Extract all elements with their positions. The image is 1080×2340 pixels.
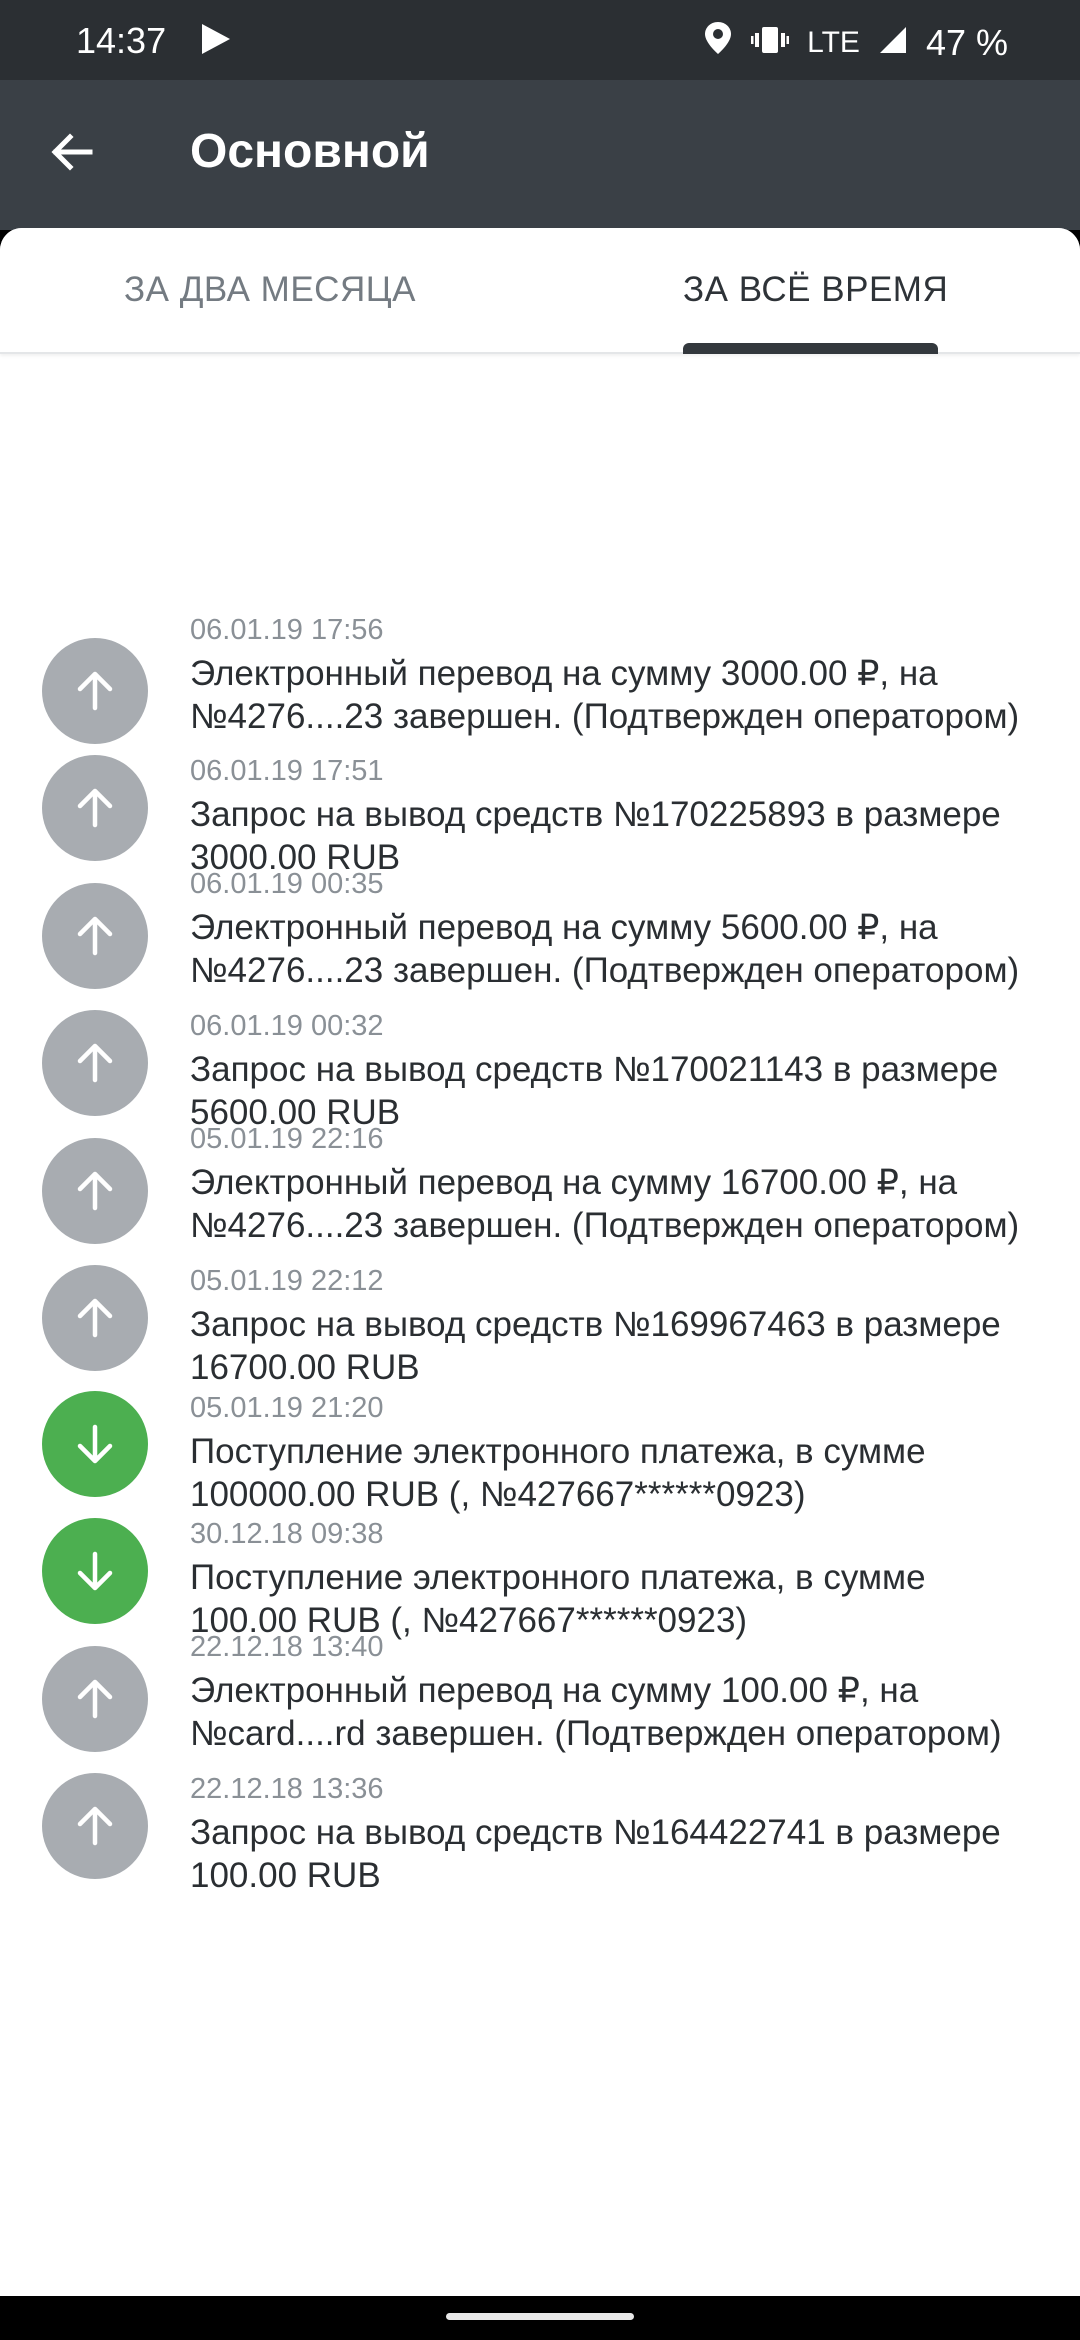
status-bar: 14:37 LTE 47 %	[0, 0, 1080, 80]
transaction-date: 22.12.18 13:40	[190, 1631, 384, 1663]
arrow-down-icon	[42, 1391, 148, 1497]
arrow-up-icon	[42, 1646, 148, 1752]
transaction-text: Запрос на вывод средств №164422741 в раз…	[190, 1813, 1001, 1895]
transaction-text: Электронный перевод на сумму 3000.00 ₽, …	[190, 654, 1020, 736]
home-gesture-handle[interactable]	[446, 2313, 634, 2320]
transaction-date: 22.12.18 13:36	[190, 1773, 384, 1805]
transaction-date: 06.01.19 00:32	[190, 1010, 384, 1042]
transaction-text: Поступление электронного платежа, в сумм…	[190, 1558, 926, 1640]
transaction-date: 06.01.19 17:51	[190, 755, 384, 787]
app-bar: Основной	[0, 80, 1080, 230]
transaction-date: 30.12.18 09:38	[190, 1518, 384, 1550]
arrow-up-icon	[42, 1773, 148, 1879]
tab-indicator	[683, 343, 938, 354]
transaction-text: Запрос на вывод средств №170021143 в раз…	[190, 1050, 999, 1132]
signal-icon	[878, 22, 908, 64]
arrow-up-icon	[42, 755, 148, 861]
arrow-up-icon	[42, 883, 148, 989]
partial-row-text: р р	[190, 354, 237, 355]
transaction-text: Электронный перевод на сумму 100.00 ₽, н…	[190, 1671, 1002, 1753]
battery-label: 47 %	[925, 21, 1008, 63]
transaction-text: Поступление электронного платежа, в сумм…	[190, 1432, 926, 1514]
arrow-down-icon	[42, 1518, 148, 1624]
status-time: 14:37	[76, 20, 167, 61]
arrow-up-icon	[42, 1265, 148, 1371]
system-nav-bar	[0, 2296, 1080, 2340]
location-icon	[703, 20, 733, 65]
play-icon	[198, 22, 232, 65]
transaction-list[interactable]: р р 06.01.19 17:56 Электронный перевод н…	[0, 354, 1080, 2296]
period-tabs: ЗА ДВА МЕСЯЦА ЗА ВСЁ ВРЕМЯ	[0, 228, 1080, 354]
transaction-text: Запрос на вывод средств №169967463 в раз…	[190, 1305, 1001, 1387]
content-sheet: ЗА ДВА МЕСЯЦА ЗА ВСЁ ВРЕМЯ р р 06.01.19 …	[0, 228, 1080, 2296]
arrow-up-icon	[42, 1138, 148, 1244]
network-label: LTE	[807, 25, 860, 59]
back-arrow-icon[interactable]	[46, 126, 98, 178]
tab-two-months[interactable]: ЗА ДВА МЕСЯЦА	[124, 270, 416, 310]
transaction-date: 05.01.19 22:16	[190, 1123, 384, 1155]
transaction-date: 05.01.19 22:12	[190, 1265, 384, 1297]
vibrate-icon	[751, 22, 790, 64]
arrow-up-icon	[42, 1010, 148, 1116]
transaction-date: 06.01.19 17:56	[190, 614, 384, 646]
transaction-date: 05.01.19 21:20	[190, 1392, 384, 1424]
tab-all-time[interactable]: ЗА ВСЁ ВРЕМЯ	[683, 270, 948, 310]
transaction-text: Электронный перевод на сумму 5600.00 ₽, …	[190, 908, 1020, 990]
page-title: Основной	[190, 125, 430, 178]
transaction-text: Запрос на вывод средств №170225893 в раз…	[190, 795, 1001, 877]
arrow-up-icon	[42, 638, 148, 744]
transaction-text: Электронный перевод на сумму 16700.00 ₽,…	[190, 1163, 1020, 1245]
transaction-date: 06.01.19 00:35	[190, 868, 384, 900]
